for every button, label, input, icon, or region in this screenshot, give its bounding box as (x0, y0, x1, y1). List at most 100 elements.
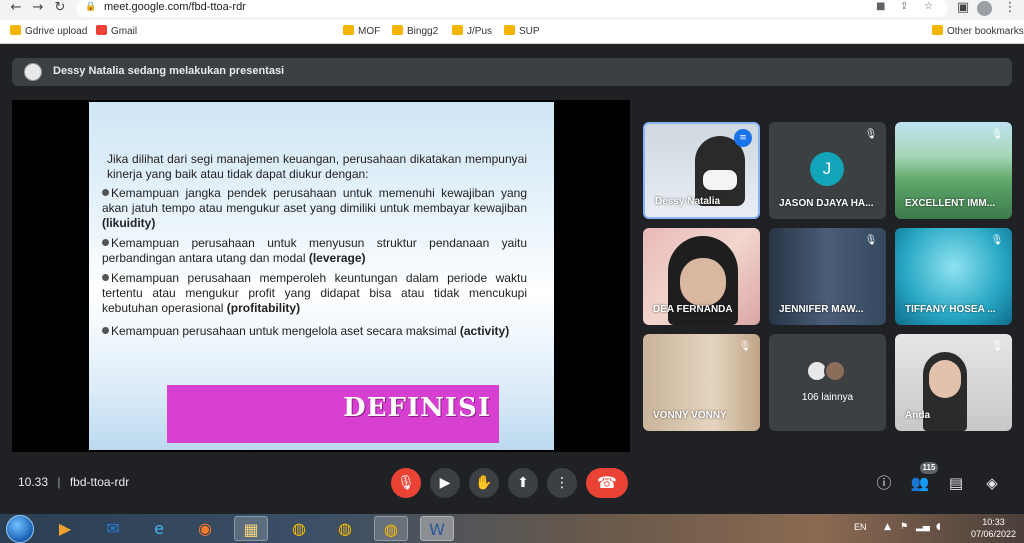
participant-tile-jennifer[interactable]: 🎙 JENNIFER MAW... (769, 228, 886, 325)
people-icon[interactable]: 👥 (910, 473, 930, 493)
chevron-up-icon[interactable]: ▲ (884, 522, 891, 532)
folder-icon (932, 25, 943, 35)
clock[interactable]: 10:33 07/06/2022 (971, 516, 1016, 540)
volume-icon[interactable]: ◖ (936, 522, 941, 532)
slide-bullet: Kemampuan perusahaan memperoleh keuntung… (102, 271, 527, 315)
bullet-icon (102, 239, 109, 246)
mic-off-icon: 🎙 (990, 235, 1004, 246)
participant-name: VONNY VONNY (653, 410, 727, 421)
others-count-label: 106 lainnya (801, 392, 854, 403)
participant-name: DEA FERNANDA (653, 304, 733, 315)
chrome-icon[interactable]: ◍ (328, 516, 362, 541)
chat-icon[interactable]: ▤ (946, 473, 966, 493)
raise-hand-button[interactable]: ✋ (469, 468, 499, 498)
participant-tile-dessy[interactable]: ≡ Dessy Natalia (643, 122, 760, 219)
address-bar[interactable]: 🔒 meet.google.com/fbd-ttoa-rdr ■ ⇪ ☆ (76, 0, 948, 17)
gmail-icon (96, 25, 107, 35)
bookmark-mof[interactable]: MOF (343, 25, 380, 39)
mic-off-icon: 🎙 (864, 235, 878, 246)
participant-name: TIFFANY HOSEA ... (905, 304, 996, 315)
taskbar: ▶ ✉ e ◉ ▦ ◍ ◍ ◍ W EN ▲ ⚑ ▂▄ ◖ 10:33 07/0… (0, 514, 1024, 543)
presenting-text: Dessy Natalia sedang melakukan presentas… (53, 65, 285, 77)
presenter-avatar (24, 63, 42, 81)
other-bookmarks[interactable]: Other bookmarks (932, 25, 1024, 39)
browser-chrome: ← → ↻ 🔒 meet.google.com/fbd-ttoa-rdr ■ ⇪… (0, 0, 1024, 56)
slide-bullet: Kemampuan perusahaan untuk menyusun stru… (102, 236, 527, 265)
face-shape (680, 258, 726, 306)
flag-icon[interactable]: ⚑ (900, 522, 908, 532)
mic-off-icon: 🎙 (738, 341, 752, 352)
participant-tile-jason[interactable]: 🎙 J JASON DJAYA HA... (769, 122, 886, 219)
leave-call-button[interactable]: ☎ (586, 468, 628, 498)
participant-tile-others[interactable]: 106 lainnya (769, 334, 886, 431)
activities-icon[interactable]: ◈ (982, 473, 1002, 493)
language-indicator[interactable]: EN (854, 522, 867, 532)
participant-name: Anda (905, 410, 930, 421)
meeting-code: fbd-ttoa-rdr (69, 475, 130, 489)
start-button[interactable] (6, 515, 34, 543)
bookmark-gmail[interactable]: Gmail (96, 25, 137, 39)
folder-icon (504, 25, 515, 35)
media-player-icon[interactable]: ▶ (48, 516, 82, 541)
folder-icon (343, 25, 354, 35)
mic-off-icon: 🎙 (990, 341, 1004, 352)
bookmark-jpus[interactable]: J/Pus (452, 25, 492, 39)
presentation-banner: Dessy Natalia sedang melakukan presentas… (12, 58, 1012, 86)
slide-bullet: Kemampuan perusahaan untuk mengelola ase… (102, 324, 527, 339)
camera-icon[interactable]: ■ (876, 1, 885, 12)
chrome-icon[interactable]: ◍ (374, 516, 408, 541)
profile-avatar[interactable] (977, 1, 992, 16)
back-arrow-icon[interactable]: ← (8, 0, 24, 16)
reload-icon[interactable]: ↻ (52, 0, 68, 16)
folder-icon (452, 25, 463, 35)
present-button[interactable]: ⬆ (508, 468, 538, 498)
firefox-icon[interactable]: ◉ (188, 516, 222, 541)
chrome-icon[interactable]: ◍ (282, 516, 316, 541)
speaking-indicator-icon: ≡ (734, 129, 752, 147)
presentation-view[interactable]: Jika dilihat dari segi manajemen keuanga… (12, 100, 630, 452)
participant-name: JENNIFER MAW... (779, 304, 864, 315)
toolbar: ← → ↻ 🔒 meet.google.com/fbd-ttoa-rdr ■ ⇪… (0, 0, 1024, 20)
participant-name: Dessy Natalia (655, 196, 721, 207)
bookmark-sup[interactable]: SUP (504, 25, 540, 39)
camera-button[interactable]: ▶ (430, 468, 460, 498)
bullet-icon (102, 274, 109, 281)
mask-shape (703, 170, 737, 190)
definisi-title: DEFINISI (343, 393, 491, 423)
mic-off-button[interactable]: 🎙 (391, 468, 421, 498)
mic-off-icon: 🎙 (864, 129, 878, 140)
forward-arrow-icon[interactable]: → (30, 0, 46, 16)
meeting-controls-bar: 10.33 | fbd-ttoa-rdr 🎙 ▶ ✋ ⬆ ⋮ ☎ ⓘ 👥 ▤ ◈ (0, 466, 1024, 498)
clock-date: 07/06/2022 (970, 529, 1016, 539)
more-options-button[interactable]: ⋮ (547, 468, 577, 498)
url-text: meet.google.com/fbd-ttoa-rdr (104, 1, 246, 13)
participant-tile-excellent[interactable]: 🎙 EXCELLENT IMM... (895, 122, 1012, 219)
participant-name: EXCELLENT IMM... (905, 198, 995, 209)
avatar: J (810, 152, 844, 186)
signal-icon[interactable]: ▂▄ (916, 522, 930, 532)
file-explorer-icon[interactable]: ▦ (234, 516, 268, 541)
participant-tile-self[interactable]: 🎙 Anda (895, 334, 1012, 431)
face-shape (929, 360, 961, 398)
folder-icon (392, 25, 403, 35)
bookmark-bingg2[interactable]: Bingg2 (392, 25, 438, 39)
meeting-time: 10.33 (18, 475, 49, 489)
participant-tile-dea[interactable]: DEA FERNANDA (643, 228, 760, 325)
lock-icon: 🔒 (85, 2, 97, 12)
participant-tile-tiffany[interactable]: 🎙 TIFFANY HOSEA ... (895, 228, 1012, 325)
participant-tile-vonny[interactable]: 🎙 VONNY VONNY (643, 334, 760, 431)
slide-intro: Jika dilihat dari segi manajemen keuanga… (107, 152, 527, 181)
menu-dots-icon[interactable]: ⋮ (1002, 0, 1018, 16)
info-icon[interactable]: ⓘ (874, 473, 894, 493)
outlook-icon[interactable]: ✉ (96, 516, 130, 541)
avatar (824, 360, 846, 382)
star-icon[interactable]: ☆ (924, 1, 933, 12)
slide: Jika dilihat dari segi manajemen keuanga… (89, 102, 554, 450)
share-icon[interactable]: ⇪ (900, 1, 908, 12)
bookmark-gdrive-upload[interactable]: Gdrive upload (10, 25, 87, 39)
sidebar-icon[interactable]: ▣ (955, 0, 971, 16)
word-icon[interactable]: W (420, 516, 454, 541)
meeting-info: 10.33 | fbd-ttoa-rdr (18, 475, 129, 489)
internet-explorer-icon[interactable]: e (142, 516, 176, 541)
mic-off-icon: 🎙 (990, 129, 1004, 140)
